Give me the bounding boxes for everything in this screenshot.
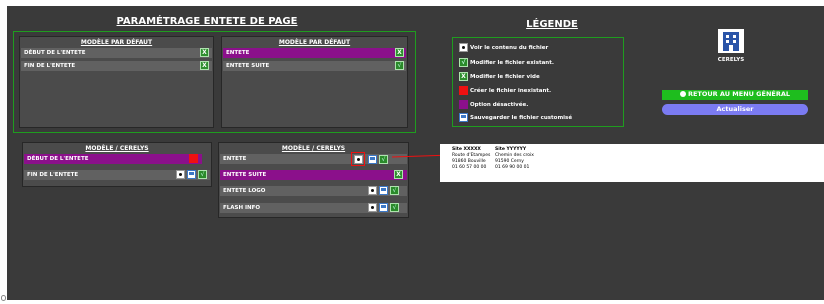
row-debut-entete[interactable]: DÉBUT DE L'ENTETE bbox=[21, 48, 212, 58]
legend-modify-existing: √ Modifier le fichier existant. bbox=[459, 58, 554, 68]
header-preview: Site XXXXX Route d'Etampes 91860 Bouvill… bbox=[440, 144, 824, 182]
legend-modify-empty: X Modifier le fichier vide bbox=[459, 72, 540, 82]
default-models-box: MODÈLE PAR DÉFAUT DÉBUT DE L'ENTETE X FI… bbox=[13, 31, 416, 133]
x-icon[interactable]: X bbox=[200, 61, 209, 70]
disabled-icon bbox=[459, 100, 468, 109]
save-icon[interactable] bbox=[187, 170, 196, 179]
legend-view: Voir le contenu du fichier bbox=[459, 43, 548, 53]
panel-cerelys-left: MODÈLE / CERELYS DÉBUT DE L'ENTETE FIN D… bbox=[22, 142, 212, 187]
check-icon[interactable]: √ bbox=[390, 203, 399, 212]
view-icon[interactable] bbox=[176, 170, 185, 179]
view-icon[interactable] bbox=[354, 155, 363, 164]
legend-save: Sauvegarder le fichier customisé bbox=[459, 113, 572, 123]
x-icon[interactable]: X bbox=[395, 48, 404, 57]
corner-mark bbox=[1, 295, 6, 301]
check-icon[interactable]: √ bbox=[395, 61, 404, 70]
row-entete[interactable]: ENTETE bbox=[223, 48, 406, 58]
save-icon[interactable] bbox=[368, 155, 377, 164]
check-icon[interactable]: √ bbox=[379, 155, 388, 164]
row-debut-entete[interactable]: DÉBUT DE L'ENTETE bbox=[24, 154, 202, 164]
panel-title: MODÈLE / CERELYS bbox=[281, 145, 346, 152]
panel-title: MODÈLE PAR DÉFAUT bbox=[80, 39, 153, 46]
back-icon bbox=[679, 91, 686, 97]
preview-site2: Site YYYYYY Chemin des croix 91590 Cerny… bbox=[495, 147, 534, 171]
view-icon[interactable] bbox=[368, 203, 377, 212]
legend-title: LÉGENDE bbox=[526, 19, 578, 30]
legend-create: Créer le fichier inexistant. bbox=[459, 86, 551, 96]
logo-label: CERELYS bbox=[717, 57, 745, 63]
preview-site1: Site XXXXX Route d'Etampes 91860 Bouvill… bbox=[452, 147, 490, 171]
view-icon[interactable] bbox=[368, 186, 377, 195]
save-icon[interactable] bbox=[379, 186, 388, 195]
panel-title: MODÈLE / CERELYS bbox=[85, 145, 149, 152]
row-fin-entete[interactable]: FIN DE L'ENTETE bbox=[21, 61, 212, 71]
refresh-button[interactable]: Actualiser bbox=[662, 104, 808, 115]
x-icon: X bbox=[459, 72, 468, 81]
save-icon[interactable] bbox=[379, 203, 388, 212]
create-file-icon bbox=[459, 86, 468, 95]
save-icon bbox=[459, 113, 468, 122]
site1-phone: 01 60 57 00 00 bbox=[452, 165, 487, 170]
panel-cerelys-right: MODÈLE / CERELYS ENTETE √ ENTETE SUITE X… bbox=[218, 142, 409, 218]
x-icon[interactable]: X bbox=[394, 170, 403, 179]
logo bbox=[718, 29, 744, 53]
x-icon[interactable]: X bbox=[200, 48, 209, 57]
back-to-menu-button[interactable]: RETOUR AU MENU GÉNÉRAL bbox=[662, 90, 808, 100]
legend-disabled: Option désactivée. bbox=[459, 100, 528, 110]
check-icon: √ bbox=[459, 58, 468, 67]
row-entete-suite[interactable]: ENTETE SUITE bbox=[220, 170, 407, 180]
view-icon bbox=[459, 43, 468, 52]
app-window: PARAMÉTRAGE ENTETE DE PAGE LÉGENDE MODÈL… bbox=[7, 6, 824, 300]
panel-default-right: MODÈLE PAR DÉFAUT ENTETE X ENTETE SUITE … bbox=[221, 36, 408, 128]
building-icon bbox=[723, 32, 739, 51]
check-icon[interactable]: √ bbox=[390, 186, 399, 195]
create-file-icon[interactable] bbox=[189, 154, 198, 163]
page-title: PARAMÉTRAGE ENTETE DE PAGE bbox=[116, 16, 298, 27]
panel-title: MODÈLE PAR DÉFAUT bbox=[278, 39, 351, 46]
row-entete-suite[interactable]: ENTETE SUITE bbox=[223, 61, 406, 71]
panel-default-left: MODÈLE PAR DÉFAUT DÉBUT DE L'ENTETE X FI… bbox=[19, 36, 214, 128]
site2-phone: 01 69 90 00 01 bbox=[495, 165, 530, 170]
check-icon[interactable]: √ bbox=[198, 170, 207, 179]
